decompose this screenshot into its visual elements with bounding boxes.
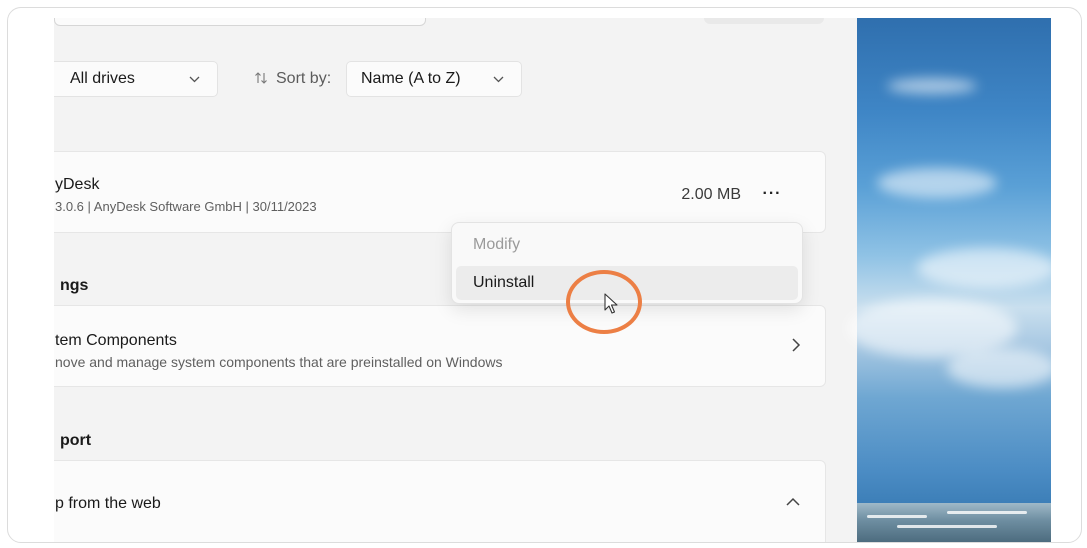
more-dots-icon: ···	[762, 185, 782, 202]
app-name: yDesk	[55, 176, 100, 193]
wallpaper-sea	[857, 503, 1051, 542]
help-from-web-row[interactable]: p from the web	[54, 460, 826, 542]
wallpaper-foam	[897, 525, 997, 528]
mouse-cursor-icon	[604, 293, 620, 315]
screen-crop: All drives Sort by: Name (A to Z) yDesk	[54, 18, 1051, 542]
system-components-title: tem Components	[55, 332, 177, 349]
desktop-wallpaper	[847, 18, 1051, 542]
wallpaper-cloud	[947, 348, 1051, 388]
top-control-partial	[704, 18, 824, 24]
drives-filter-dropdown[interactable]: All drives	[54, 61, 218, 97]
settings-window: All drives Sort by: Name (A to Z) yDesk	[54, 18, 857, 542]
drives-filter-value: All drives	[70, 70, 135, 87]
sort-order-dropdown[interactable]: Name (A to Z)	[346, 61, 522, 97]
chevron-right-icon	[791, 336, 801, 359]
chevron-down-icon	[187, 72, 201, 86]
installed-app-row[interactable]: yDesk 3.0.6 | AnyDesk Software GmbH | 30…	[54, 151, 826, 233]
wallpaper-foam	[947, 511, 1027, 514]
related-settings-heading: ngs	[60, 277, 89, 294]
wallpaper-cloud	[917, 248, 1051, 288]
help-from-web-title: p from the web	[55, 495, 161, 512]
more-options-button[interactable]: ···	[759, 182, 785, 206]
search-box-partial[interactable]	[54, 18, 426, 26]
sort-arrows-icon	[254, 71, 268, 88]
screenshot-frame: All drives Sort by: Name (A to Z) yDesk	[7, 7, 1082, 543]
support-heading: port	[60, 432, 92, 449]
chevron-up-icon[interactable]	[785, 491, 801, 512]
app-size: 2.00 MB	[681, 186, 741, 203]
wallpaper-cloud	[887, 78, 977, 94]
app-details: 3.0.6 | AnyDesk Software GmbH | 30/11/20…	[55, 199, 317, 214]
wallpaper-foam	[867, 515, 927, 518]
system-components-description: nove and manage system components that a…	[55, 354, 503, 370]
sort-by-label: Sort by:	[254, 61, 331, 97]
sort-by-text: Sort by:	[276, 70, 332, 87]
wallpaper-cloud	[877, 168, 997, 198]
modify-menu-item[interactable]: Modify	[456, 228, 798, 262]
sort-order-value: Name (A to Z)	[361, 70, 461, 87]
chevron-down-icon	[491, 72, 505, 86]
system-components-row[interactable]: tem Components nove and manage system co…	[54, 305, 826, 387]
